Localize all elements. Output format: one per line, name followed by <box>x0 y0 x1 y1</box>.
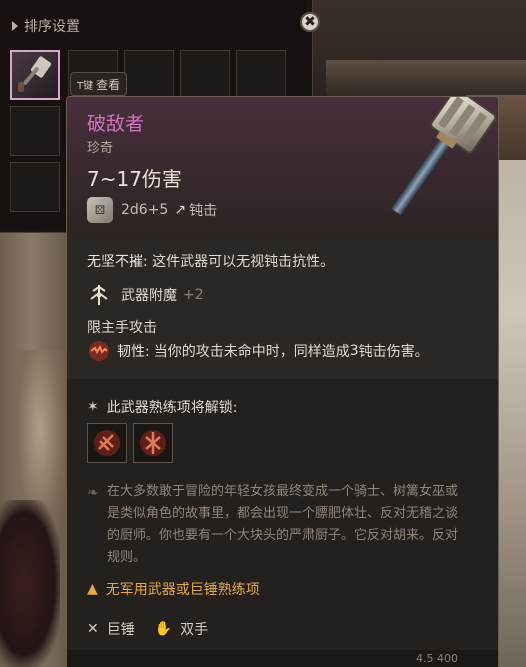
scene-ceiling <box>306 0 526 100</box>
tenacity-icon <box>89 341 109 361</box>
lightbulb-icon: ✶ <box>87 399 99 415</box>
damage-type: 钝击 <box>189 203 218 219</box>
inventory-slot[interactable] <box>10 106 60 156</box>
quill-icon: ❧ <box>87 485 99 501</box>
tooltip-header: 破敌者 珍奇 7~17伤害 ⚄ 2d6+5 ↗ 钝击 <box>67 97 498 237</box>
tag-warhammer: 巨锤 <box>106 622 135 638</box>
passive-line: 无坚不摧: 这件武器可以无视钝击抗性。 <box>87 251 334 271</box>
damage-dice-row: ⚄ 2d6+5 ↗ 钝击 <box>87 197 217 223</box>
tenacity-line: 韧性: 当你的攻击未命中时，同样造成 3 钝击伤害。 <box>87 339 429 363</box>
sort-settings-label: 排序设置 <box>24 19 80 35</box>
close-button[interactable]: ✖ <box>300 12 320 32</box>
tenacity-desc-prefix: 当你的攻击未命中时，同样造成 <box>153 344 350 360</box>
damage-dice: 2d6+5 <box>121 202 169 218</box>
properties-section: 无坚不摧: 这件武器可以无视钝击抗性。 武器附魔 +2 限主手攻击 韧性: 当你… <box>67 237 498 379</box>
item-name: 破敌者 <box>87 113 145 135</box>
tooltip-footer: 4.5 400 <box>67 650 498 667</box>
proficiency-action-2[interactable] <box>133 423 173 463</box>
proficiency-warning: ▲ 无军用武器或巨锤熟练项 <box>87 579 260 599</box>
examine-label: 查看 <box>96 77 121 92</box>
inventory-slot[interactable] <box>180 50 230 100</box>
item-rarity: 珍奇 <box>87 141 114 156</box>
dice-icon: ⚄ <box>87 197 113 223</box>
inventory-slot[interactable] <box>124 50 174 100</box>
sort-settings-toggle[interactable]: 排序设置 <box>0 12 80 40</box>
weight-value: 4.5 400 <box>416 652 458 665</box>
bludgeon-icon: ↗ <box>174 202 187 218</box>
proficiency-icons <box>87 423 173 463</box>
tag-two-handed: 双手 <box>180 622 209 638</box>
warning-text: 无军用武器或巨锤熟练项 <box>105 582 260 598</box>
lore-text: 在大多数敢于冒险的年轻女孩最终变成一个骑士、树篱女巫或是类似角色的故事里，都会出… <box>107 484 459 565</box>
scene-figure <box>0 500 60 667</box>
tenacity-name: 韧性: <box>117 344 150 360</box>
enchant-value: +2 <box>183 287 204 303</box>
proficiency-action-1[interactable] <box>87 423 127 463</box>
rush-action-icon <box>140 430 166 456</box>
restriction-line: 限主手攻击 <box>87 320 157 336</box>
smash-action-icon <box>94 430 120 456</box>
passive-desc: 这件武器可以无视钝击抗性。 <box>152 254 335 270</box>
caret-right-icon <box>12 21 18 31</box>
warhammer-icon <box>391 97 497 216</box>
enchant-label: 武器附魔 <box>121 288 177 304</box>
warhammer-tag-icon: ✕ <box>87 621 99 637</box>
proficiency-header: ✶ 此武器熟练项将解锁: <box>87 397 237 417</box>
examine-key-hint[interactable]: T键 查看 <box>70 72 128 96</box>
inventory-slot[interactable] <box>10 162 60 212</box>
hammer-thumbnail-icon <box>18 56 52 92</box>
weapon-tags: ✕ 巨锤 ✋ 双手 <box>87 619 216 639</box>
proficiency-section: ✶ 此武器熟练项将解锁: ❧ 在大多数敢于冒险的年轻女孩最终变成一个骑士、树篱女… <box>67 379 498 667</box>
passive-name: 无坚不摧: <box>87 254 148 270</box>
tenacity-amount: 3 <box>349 343 359 359</box>
enchant-icon <box>90 285 108 305</box>
enchant-line: 武器附魔 +2 <box>87 283 204 307</box>
inventory-slot[interactable] <box>236 50 286 100</box>
proficiency-header-text: 此武器熟练项将解锁: <box>106 400 238 416</box>
close-icon: ✖ <box>304 14 316 30</box>
tenacity-desc-suffix: 钝击伤害。 <box>358 344 429 360</box>
two-handed-icon: ✋ <box>154 621 173 637</box>
inventory-slot-selected[interactable] <box>10 50 60 100</box>
item-damage: 7~17伤害 <box>87 167 182 191</box>
item-tooltip: 破敌者 珍奇 7~17伤害 ⚄ 2d6+5 ↗ 钝击 无坚不摧: 这件武器可以无… <box>66 96 499 667</box>
key-label: T键 <box>77 80 94 92</box>
warning-icon: ▲ <box>87 581 98 597</box>
